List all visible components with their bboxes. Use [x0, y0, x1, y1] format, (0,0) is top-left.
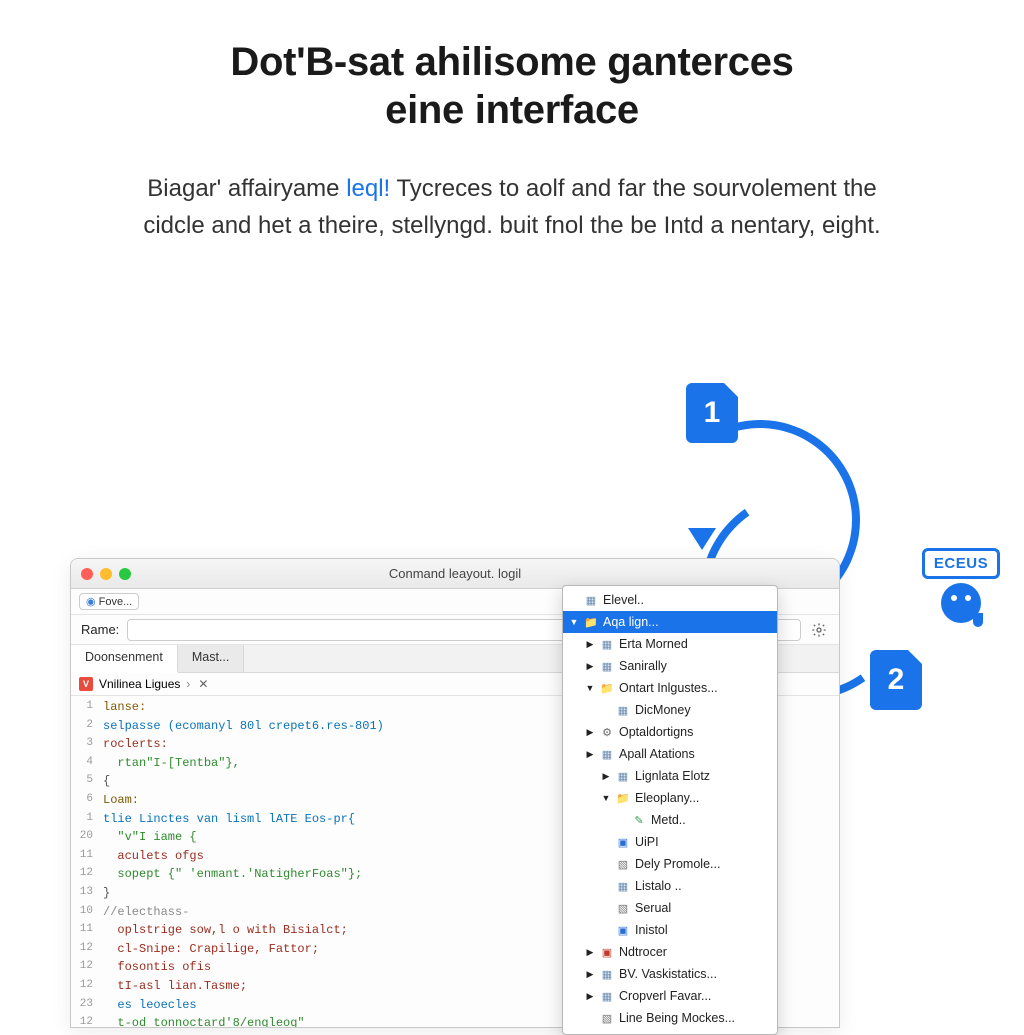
tree-item-label: Lignlata Elotz	[635, 769, 710, 783]
page-icon: ▦	[599, 637, 615, 651]
subtitle-link[interactable]: leql!	[346, 175, 390, 202]
tree-item-label: Elevel..	[603, 593, 644, 607]
header: Dot'B-sat ahilisome ganterces eine inter…	[0, 0, 1024, 244]
disclosure-triangle-icon[interactable]: ▼	[601, 793, 611, 803]
tree-item[interactable]: ▧ Serual	[563, 897, 777, 919]
tree-item[interactable]: ▼ 📁 Aqa lign...	[563, 611, 777, 633]
gear-icon[interactable]	[809, 620, 829, 640]
page-icon: ▦	[615, 703, 631, 717]
disclosure-triangle-icon[interactable]: ▶	[585, 639, 595, 650]
tree-item-label: Serual	[635, 901, 671, 915]
disclosure-triangle-icon[interactable]: ▶	[585, 661, 595, 672]
disclosure-triangle-icon[interactable]: ▶	[585, 749, 595, 760]
page-icon: ▦	[615, 879, 631, 893]
tree-item[interactable]: ▣ Inistol	[563, 919, 777, 941]
grey-icon: ▧	[615, 857, 631, 871]
green-icon: ✎	[631, 813, 647, 827]
tree-item[interactable]: ▣ UiPI	[563, 831, 777, 853]
tree-item[interactable]: ▦ Elevel..	[563, 589, 777, 611]
tree-item-label: Ndtrocer	[619, 945, 667, 959]
tree-item-label: Erta Morned	[619, 637, 688, 651]
gear-icon: ⚙	[599, 725, 615, 739]
tree-item-label: Metd..	[651, 813, 686, 827]
tree-item-label: Optaldortigns	[619, 725, 693, 739]
tree-item[interactable]: ▧ Dely Promole...	[563, 853, 777, 875]
disclosure-triangle-icon[interactable]: ▼	[585, 683, 595, 693]
tree-item-label: Apall Atations	[619, 747, 695, 761]
tree-item[interactable]: ▼ 📁 Eleoplany...	[563, 787, 777, 809]
disclosure-triangle-icon[interactable]: ▶	[585, 991, 595, 1002]
tree-item-label: Aqa lign...	[603, 615, 659, 629]
page-icon: ▦	[599, 989, 615, 1003]
tree-item-label: Cropverl Favar...	[619, 989, 711, 1003]
folder-icon: 📁	[599, 681, 615, 695]
mascot-icon	[941, 583, 981, 623]
tree-item-label: BV. Vaskistatics...	[619, 967, 717, 981]
tree-item[interactable]: ▶ ▦ BV. Vaskistatics...	[563, 963, 777, 985]
disclosure-triangle-icon[interactable]: ▶	[585, 947, 595, 958]
tree-dropdown[interactable]: ▦ Elevel.. ▼ 📁 Aqa lign... ▶ ▦ Erta Morned ▶ ▦ San…	[562, 585, 778, 1035]
tree-item[interactable]: ✎ Metd..	[563, 809, 777, 831]
tree-item-label: Line Being Mockes...	[619, 1011, 735, 1025]
tree-item[interactable]: ▶ ▦ Cropverl Favar...	[563, 985, 777, 1007]
window-title: Conmand leayout. logil	[71, 566, 839, 581]
step-badge-1: 1	[686, 383, 738, 443]
red-icon: ▣	[599, 945, 615, 959]
tree-item[interactable]: ▶ ⚙ Optaldortigns	[563, 721, 777, 743]
tree-item-label: Ontart Inlgustes...	[619, 681, 718, 695]
chevron-right-icon: ›	[186, 677, 190, 691]
tab-doonsenment[interactable]: Doonsenment	[71, 645, 178, 673]
disclosure-triangle-icon[interactable]: ▶	[585, 727, 595, 738]
tree-item-label: Eleoplany...	[635, 791, 699, 805]
eceus-logo: ECEUS	[922, 548, 1000, 623]
globe-icon: ◉	[86, 595, 96, 608]
grey-icon: ▧	[615, 901, 631, 915]
page-icon: ▦	[583, 593, 599, 607]
page-title: Dot'B-sat ahilisome ganterces eine inter…	[120, 38, 904, 134]
tree-item-label: Dely Promole...	[635, 857, 720, 871]
tree-item-label: UiPI	[635, 835, 659, 849]
tree-item[interactable]: ▶ ▦ Lignlata Elotz	[563, 765, 777, 787]
blue-icon: ▣	[615, 923, 631, 937]
tree-item[interactable]: ▦ DicMoney	[563, 699, 777, 721]
disclosure-triangle-icon[interactable]: ▶	[585, 969, 595, 980]
tree-item-label: Inistol	[635, 923, 668, 937]
arrowhead-icon	[688, 528, 716, 550]
file-type-icon: V	[79, 677, 93, 691]
name-label: Rame:	[81, 622, 119, 637]
blue-icon: ▣	[615, 835, 631, 849]
disclosure-triangle-icon[interactable]: ▶	[601, 771, 611, 782]
tree-item[interactable]: ▧ Line Being Mockes...	[563, 1007, 777, 1029]
tree-item-label: DicMoney	[635, 703, 691, 717]
folder-icon: 📁	[615, 791, 631, 805]
page-icon: ▦	[615, 769, 631, 783]
tree-item-label: Sanirally	[619, 659, 667, 673]
page-subtitle: Biagar' affairyame leql! Tycreces to aol…	[120, 170, 904, 244]
tree-item[interactable]: ▦ Listalo ..	[563, 875, 777, 897]
folder-icon: 📁	[583, 615, 599, 629]
tree-item[interactable]: ▼ 📁 Ontart Inlgustes...	[563, 677, 777, 699]
file-tab-label: Vnilinea Ligues	[99, 677, 180, 691]
tree-item-label: Listalo ..	[635, 879, 682, 893]
tree-item[interactable]: ▶ ▣ Ndtrocer	[563, 941, 777, 963]
tab-mast[interactable]: Mast...	[178, 645, 245, 672]
close-icon[interactable]: ✕	[198, 677, 208, 691]
page-icon: ▦	[599, 659, 615, 673]
page-icon: ▦	[599, 747, 615, 761]
step-badge-2: 2	[870, 650, 922, 710]
eceus-label: ECEUS	[922, 548, 1000, 579]
disclosure-triangle-icon[interactable]: ▼	[569, 617, 579, 627]
tree-item[interactable]: ▶ ▦ Sanirally	[563, 655, 777, 677]
page-icon: ▦	[599, 967, 615, 981]
tree-item[interactable]: ▶ ▦ Erta Morned	[563, 633, 777, 655]
grey-icon: ▧	[599, 1011, 615, 1025]
fove-button[interactable]: ◉ Fove...	[79, 593, 139, 610]
tree-item[interactable]: ▶ ▦ Apall Atations	[563, 743, 777, 765]
